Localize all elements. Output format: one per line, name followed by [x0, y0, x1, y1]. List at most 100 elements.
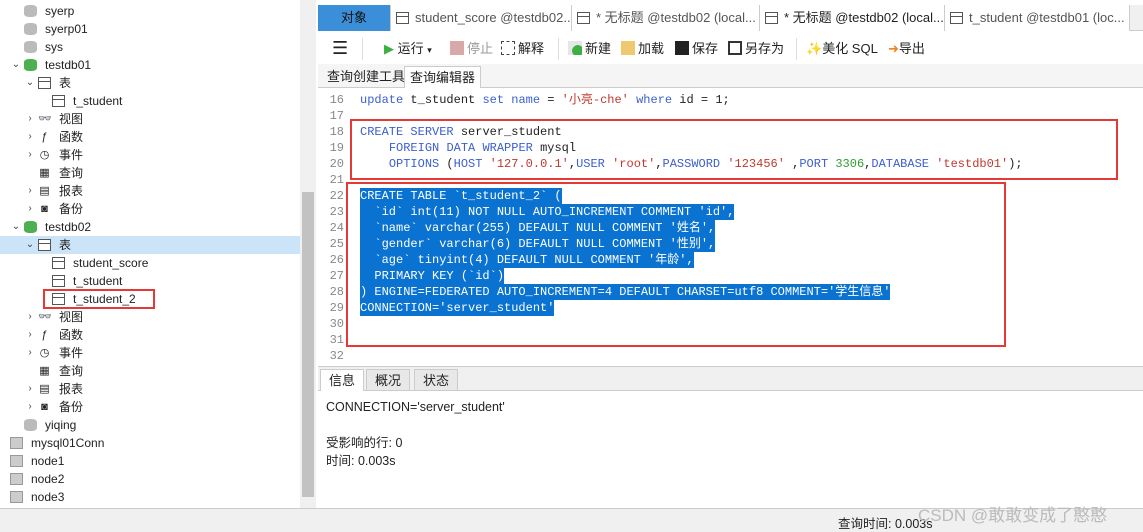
save-as-button[interactable]: 另存为: [728, 40, 784, 58]
tree-item-事件[interactable]: › ◷ 事件: [0, 344, 300, 362]
highlight-box-create-server: [350, 119, 1118, 180]
connection-icon: [10, 455, 23, 467]
save-label: 保存: [692, 41, 719, 56]
connection-icon: [10, 491, 23, 503]
editor-mode-tabs: 查询创建工具 查询编辑器: [318, 64, 1143, 88]
toolbar: ☰ ▶ 运行 ▾ 停止 解释 新建 加载 保存 另存为 ✨美化 SQL ➜导出: [318, 34, 1143, 64]
tab-query-builder[interactable]: 查询创建工具: [322, 66, 410, 88]
tree-item-label: t_student: [73, 94, 123, 108]
sidebar-scroll-thumb[interactable]: [302, 192, 314, 497]
tab-objects[interactable]: 对象: [318, 5, 391, 31]
tree-item-事件[interactable]: › ◷ 事件: [0, 146, 300, 164]
tab-query-editor[interactable]: 查询编辑器: [404, 66, 482, 88]
db-grey-icon: [24, 419, 37, 431]
code-line[interactable]: 16 update t_student set name = '小亮-che' w…: [318, 92, 1143, 108]
db-icon: [24, 59, 37, 71]
line-number: 26: [329, 253, 344, 267]
export-button[interactable]: ➜导出: [888, 40, 925, 58]
run-button[interactable]: ▶ 运行 ▾: [384, 40, 432, 58]
tree-item-报表[interactable]: › ▤ 报表: [0, 182, 300, 200]
query-icon: ▦: [39, 365, 50, 377]
chevron-down-icon[interactable]: ⌄: [25, 236, 35, 254]
dropdown-icon[interactable]: ▾: [427, 45, 432, 55]
tree-item-node2[interactable]: node2: [0, 470, 300, 488]
tree-item-表[interactable]: ⌄ 表: [0, 236, 300, 254]
chevron-right-icon[interactable]: ›: [25, 200, 35, 218]
tree-item-t_student[interactable]: t_student: [0, 92, 300, 110]
tree-item-备份[interactable]: › ◙ 备份: [0, 200, 300, 218]
chevron-right-icon[interactable]: ›: [25, 146, 35, 164]
tree-item-label: 查询: [59, 166, 84, 180]
tree-item-sys[interactable]: sys: [0, 38, 300, 56]
tab-info[interactable]: 信息: [320, 369, 365, 391]
stop-button[interactable]: 停止: [450, 40, 493, 58]
line-number: 19: [329, 141, 344, 155]
chevron-down-icon[interactable]: ⌄: [11, 56, 21, 74]
tab-profile[interactable]: 概况: [366, 369, 411, 391]
tab-status[interactable]: 状态: [414, 369, 459, 391]
table-icon: [52, 95, 65, 107]
tree-item-label: 备份: [59, 400, 84, 414]
tree-item-label: t_student: [73, 274, 123, 288]
load-button[interactable]: 加载: [621, 40, 664, 58]
tab-untitled-2-active[interactable]: * 无标题 @testdb02 (local...: [760, 5, 945, 31]
chevron-right-icon[interactable]: ›: [25, 110, 35, 128]
tree-item-label: 备份: [59, 202, 84, 216]
tree-item-mysql01Conn[interactable]: mysql01Conn: [0, 434, 300, 452]
tree-item-表[interactable]: ⌄ 表: [0, 74, 300, 92]
table-icon: [52, 257, 65, 269]
explain-icon: [501, 41, 515, 55]
tree-item-node1[interactable]: node1: [0, 452, 300, 470]
tree-item-label: 表: [59, 76, 72, 90]
chevron-down-icon[interactable]: ⌄: [25, 74, 35, 92]
run-label: 运行: [397, 41, 424, 56]
chevron-right-icon[interactable]: ›: [25, 182, 35, 200]
tree-item-查询[interactable]: ▦ 查询: [0, 362, 300, 380]
connection-icon: [10, 473, 23, 485]
object-tree: syerp syerp01 sys ⌄ testdb01 ⌄ 表 t_student › 👓 视图 ›…: [0, 0, 300, 508]
query-icon: [577, 12, 590, 24]
new-button[interactable]: 新建: [568, 40, 611, 58]
chevron-right-icon[interactable]: ›: [25, 398, 35, 416]
tree-item-报表[interactable]: › ▤ 报表: [0, 380, 300, 398]
table-icon: [38, 239, 51, 251]
tree-item-查询[interactable]: ▦ 查询: [0, 164, 300, 182]
chevron-right-icon[interactable]: ›: [25, 128, 35, 146]
report-icon: ▤: [39, 185, 50, 197]
tab-t-student[interactable]: t_student @testdb01 (loc...: [945, 5, 1130, 31]
divider: [796, 38, 797, 60]
tree-item-函数[interactable]: › ƒ 函数: [0, 326, 300, 344]
tree-item-student_score[interactable]: student_score: [0, 254, 300, 272]
chevron-right-icon[interactable]: ›: [25, 380, 35, 398]
explain-button[interactable]: 解释: [501, 40, 544, 58]
divider: [362, 38, 363, 60]
query-icon: [765, 12, 778, 24]
tree-item-yiqing[interactable]: yiqing: [0, 416, 300, 434]
tree-item-视图[interactable]: › 👓 视图: [0, 110, 300, 128]
line-number: 31: [329, 333, 344, 347]
tree-item-t_student[interactable]: t_student: [0, 272, 300, 290]
code-line[interactable]: 32: [318, 348, 1143, 364]
tree-item-视图[interactable]: › 👓 视图: [0, 308, 300, 326]
line-number: 22: [329, 189, 344, 203]
folder-icon: [621, 41, 635, 55]
chevron-down-icon[interactable]: ⌄: [11, 218, 21, 236]
chevron-right-icon[interactable]: ›: [25, 308, 35, 326]
tree-item-testdb01[interactable]: ⌄ testdb01: [0, 56, 300, 74]
tree-item-syerp01[interactable]: syerp01: [0, 20, 300, 38]
result-tabs: 信息 概况 状态: [318, 366, 1143, 391]
tab-student-score[interactable]: student_score @testdb02...: [391, 5, 572, 31]
new-label: 新建: [585, 41, 612, 56]
save-button[interactable]: 保存: [675, 40, 718, 58]
tree-item-函数[interactable]: › ƒ 函数: [0, 128, 300, 146]
chevron-right-icon[interactable]: ›: [25, 344, 35, 362]
tree-item-node3[interactable]: node3: [0, 488, 300, 506]
tree-item-备份[interactable]: › ◙ 备份: [0, 398, 300, 416]
beautify-sql-button[interactable]: ✨美化 SQL: [806, 40, 878, 58]
menu-icon[interactable]: ☰: [332, 39, 348, 58]
chevron-right-icon[interactable]: ›: [25, 326, 35, 344]
tree-item-testdb02[interactable]: ⌄ testdb02: [0, 218, 300, 236]
tree-item-syerp[interactable]: syerp: [0, 2, 300, 20]
tab-untitled-1[interactable]: * 无标题 @testdb02 (local...: [572, 5, 760, 31]
load-label: 加载: [638, 41, 665, 56]
